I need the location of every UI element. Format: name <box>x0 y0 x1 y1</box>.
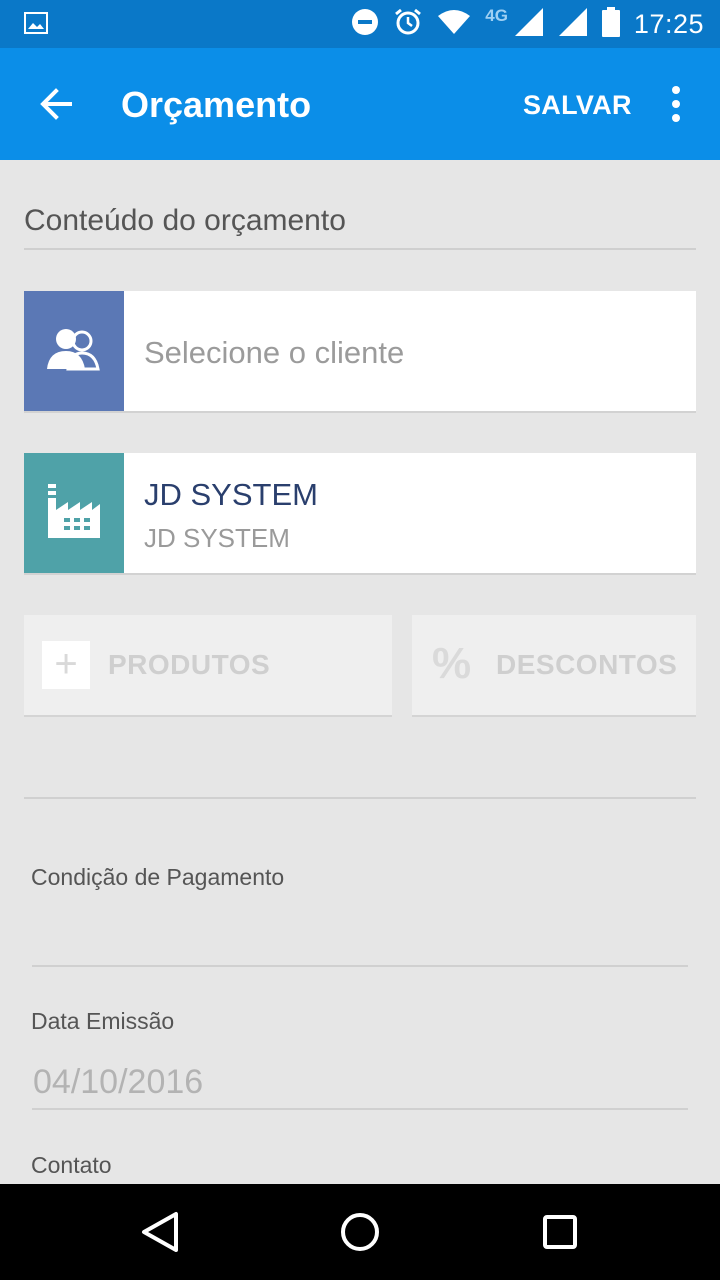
plus-icon: + <box>42 641 90 689</box>
issue-date-field[interactable]: 04/10/2016 <box>33 1063 203 1102</box>
company-card[interactable]: JD SYSTEM JD SYSTEM <box>24 453 696 573</box>
page-title: Orçamento <box>121 84 312 125</box>
select-client-card[interactable]: Selecione o cliente <box>24 291 696 411</box>
discounts-button-label: DESCONTOS <box>496 649 678 680</box>
section-title: Conteúdo do orçamento <box>24 204 346 237</box>
recents-square-icon[interactable] <box>536 1208 584 1256</box>
products-button-label: PRODUTOS <box>108 649 271 680</box>
users-icon <box>45 327 103 376</box>
network-type: 4G <box>485 6 508 25</box>
signal-icon <box>558 7 588 42</box>
factory-icon <box>46 483 102 543</box>
issue-date-label: Data Emissão <box>31 1008 175 1034</box>
issue-date-underline <box>32 1108 688 1110</box>
company-icon-box <box>24 453 124 573</box>
clock: 17:25 <box>633 8 704 39</box>
home-circle-icon[interactable] <box>336 1208 384 1256</box>
arrow-left-icon[interactable] <box>36 84 76 124</box>
dnd-icon <box>351 8 379 41</box>
signal-icon <box>514 7 544 42</box>
percent-icon: % <box>432 639 472 688</box>
content-divider <box>24 797 696 799</box>
client-icon-box <box>24 291 124 411</box>
status-bar: 4G 17:25 <box>0 0 720 48</box>
company-name: JD SYSTEM <box>144 477 318 512</box>
save-button[interactable]: SALVAR <box>523 90 632 121</box>
client-placeholder: Selecione o cliente <box>144 335 405 370</box>
products-button[interactable]: + PRODUTOS <box>24 615 392 715</box>
discounts-button[interactable]: % DESCONTOS <box>412 615 696 715</box>
back-triangle-icon[interactable] <box>136 1208 184 1256</box>
wifi-icon <box>437 9 471 40</box>
payment-condition-label: Condição de Pagamento <box>31 864 285 890</box>
image-icon <box>24 12 48 39</box>
battery-icon <box>601 6 620 42</box>
payment-condition-underline <box>32 965 688 967</box>
more-vert-icon[interactable] <box>664 84 688 124</box>
company-subtitle: JD SYSTEM <box>144 523 290 553</box>
contact-label: Contato <box>31 1152 112 1178</box>
app-bar: Orçamento SALVAR <box>0 48 720 160</box>
nav-bar <box>0 1184 720 1280</box>
alarm-icon <box>393 7 423 42</box>
section-divider <box>24 248 696 250</box>
